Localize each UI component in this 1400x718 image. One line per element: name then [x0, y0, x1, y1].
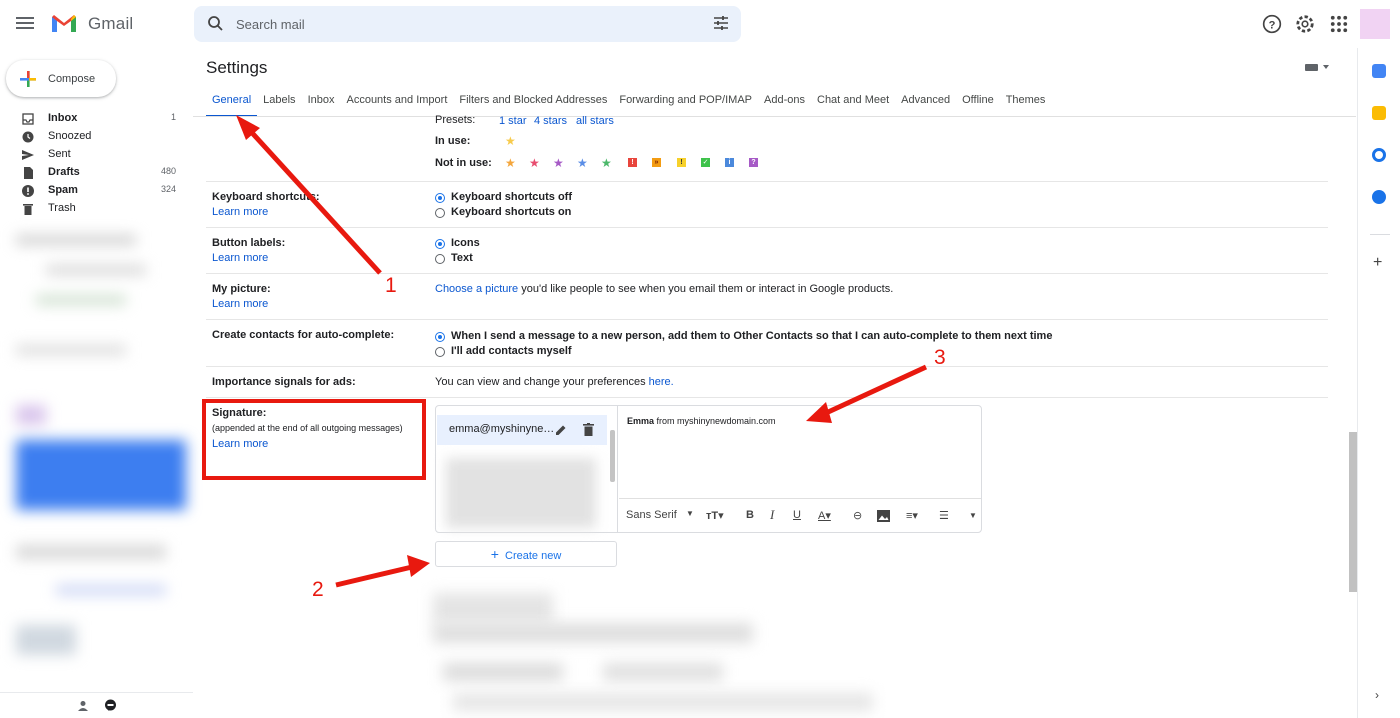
tasks-icon[interactable] [1372, 148, 1386, 162]
add-addon-icon[interactable]: + [1373, 254, 1382, 272]
contacts-icon[interactable] [1372, 190, 1386, 204]
keep-icon[interactable] [1372, 106, 1386, 120]
arrow-1 [242, 122, 382, 275]
calendar-icon[interactable] [1372, 64, 1386, 78]
main-scrollbar[interactable] [1349, 432, 1357, 592]
annotation-arrows [236, 115, 928, 588]
rail-divider [1370, 234, 1390, 235]
annotation-number-2: 2 [312, 578, 324, 601]
side-panel: + › [1357, 48, 1400, 718]
arrow-3 [824, 364, 928, 416]
arrow-2 [335, 564, 413, 588]
annotation-number-1: 1 [385, 274, 397, 297]
annotation-number-3: 3 [934, 346, 946, 369]
gmail-settings-screen: Gmail ? [0, 0, 1400, 718]
chevron-right-icon[interactable]: › [1375, 688, 1379, 702]
signature-highlight-box [202, 399, 426, 480]
